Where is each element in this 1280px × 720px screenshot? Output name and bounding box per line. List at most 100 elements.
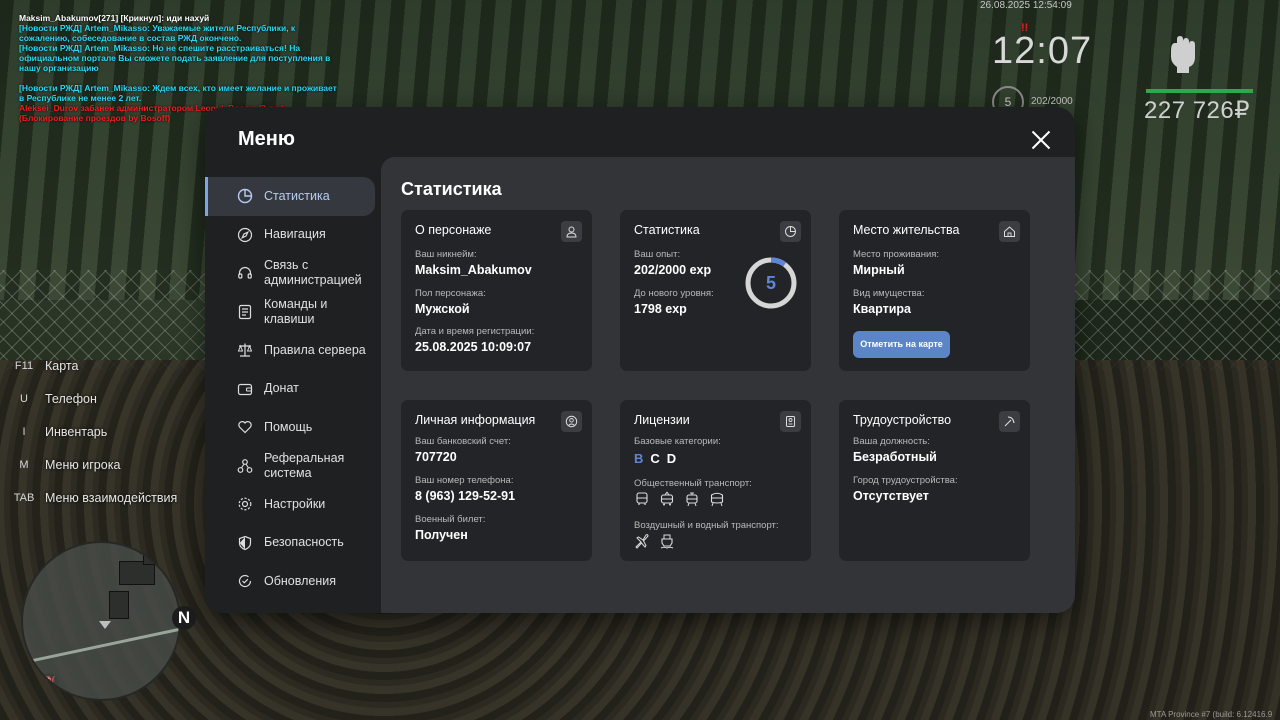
license-category-d: D xyxy=(666,451,684,466)
field-label: До нового уровня: xyxy=(634,288,714,299)
field-gender: Пол персонажа: Мужской xyxy=(415,288,486,316)
heart-hand-icon xyxy=(237,419,253,435)
north-indicator: N xyxy=(172,606,196,630)
field-position: Ваша должность: Безработный xyxy=(853,436,937,464)
sidebar-item-referral[interactable]: Реферальная система xyxy=(205,447,381,486)
hotkey-map[interactable]: F11 Карта xyxy=(12,350,177,383)
content-panel: Статистика О персонаже Ваш никнейм: Maks… xyxy=(381,157,1075,613)
content-title: Статистика xyxy=(401,179,502,199)
hotkey-label: Меню игрока xyxy=(45,457,121,472)
level-number: 5 xyxy=(765,273,776,293)
sidebar-item-rules[interactable]: Правила сервера xyxy=(205,331,381,370)
field-label: Воздушный и водный транспорт: xyxy=(634,520,779,531)
fuel-icon: ⛽ xyxy=(39,673,59,693)
hotkey-key: M xyxy=(19,458,29,471)
field-air-water-transport: Воздушный и водный транспорт: xyxy=(634,520,779,531)
field-value: Мирный xyxy=(853,263,905,277)
user-icon xyxy=(561,221,582,242)
airplane-icon xyxy=(634,533,650,549)
field-residence-place: Место проживания: Мирный xyxy=(853,249,939,277)
chat-line: [Новости РЖД] Artem_Mikasso: Ждем всех, … xyxy=(19,83,337,103)
chat-line: Maksim_Abakumov[271] [Крикнул]: иди наху… xyxy=(19,13,210,23)
hud-date: 26.08.2025 12:54:09 xyxy=(980,0,1072,11)
hotkey-interaction-menu[interactable]: TAB Меню взаимодействия xyxy=(12,481,178,514)
public-transport-icons xyxy=(634,491,725,507)
shield-icon xyxy=(237,535,253,551)
sidebar-item-label: Связь с администрацией xyxy=(264,258,362,288)
menu-window: Меню Статистика Навигация Связь с админи… xyxy=(205,107,1075,613)
field-label: Вид имущества: xyxy=(853,288,925,299)
field-label: Ваш никнейм: xyxy=(415,249,477,260)
hotkey-key: F11 xyxy=(14,360,34,373)
field-label: Ваш банковский счет: xyxy=(415,436,511,447)
radar-minimap: ⛽ xyxy=(21,541,181,701)
tram-icon xyxy=(684,491,700,507)
wallet-icon xyxy=(237,381,253,397)
sidebar-item-label: Навигация xyxy=(264,227,326,242)
sidebar-item-label: Реферальная система xyxy=(264,450,345,480)
sidebar-item-commands[interactable]: Команды и клавиши xyxy=(205,293,381,332)
sidebar-item-updates[interactable]: Обновления xyxy=(205,562,381,601)
compass-icon xyxy=(237,227,253,243)
field-label: Дата и время регистрации: xyxy=(415,326,535,337)
bus-icon xyxy=(634,491,650,507)
close-icon[interactable] xyxy=(1031,130,1051,150)
menu-title: Меню xyxy=(238,128,295,150)
field-property-type: Вид имущества: Квартира xyxy=(853,288,924,316)
hotkey-player-menu[interactable]: M Меню игрока xyxy=(12,448,177,481)
hotkey-key: TAB xyxy=(13,491,35,504)
field-label: Общественный транспорт: xyxy=(634,478,752,489)
sidebar-item-donate[interactable]: Донат xyxy=(205,370,381,409)
sidebar-item-security[interactable]: Безопасность xyxy=(205,524,381,563)
field-value: Мужской xyxy=(415,302,470,316)
card-title: Статистика xyxy=(634,223,700,237)
sidebar-item-label: Команды и клавиши xyxy=(264,296,328,326)
field-military: Военный билет: Получен xyxy=(415,514,485,542)
hotkey-label: Меню взаимодействия xyxy=(45,490,178,505)
field-value: 8 (963) 129-52-91 xyxy=(415,489,516,503)
menu-sidebar: Статистика Навигация Связь с администрац… xyxy=(205,177,381,601)
card-character: О персонаже Ваш никнейм: Maksim_Abakumov… xyxy=(401,210,592,371)
sidebar-item-admin-contact[interactable]: Связь с администрацией xyxy=(205,254,381,293)
field-value: Maksim_Abakumov xyxy=(415,263,532,277)
field-label: Военный билет: xyxy=(415,514,486,525)
license-categories: BCD xyxy=(634,451,683,466)
gear-icon xyxy=(237,496,253,512)
field-value: Отсутствует xyxy=(853,489,929,503)
sidebar-item-label: Настройки xyxy=(264,496,326,511)
hotkey-label: Карта xyxy=(45,359,79,374)
id-card-icon xyxy=(780,411,801,432)
sidebar-item-label: Помощь xyxy=(264,419,313,434)
radar-building xyxy=(143,551,157,565)
hotkey-list: F11 Карта U Телефон I Инвентарь M Меню и… xyxy=(12,350,178,514)
hotkey-inventory[interactable]: I Инвентарь xyxy=(12,416,177,449)
ship-icon xyxy=(659,533,675,549)
card-licenses: Лицензии Базовые категории: BCD Обществе… xyxy=(620,400,811,561)
sidebar-item-label: Донат xyxy=(264,381,299,396)
trolleybus-icon xyxy=(659,491,675,507)
mark-on-map-button[interactable]: Отметить на карте xyxy=(853,331,950,358)
sidebar-item-settings[interactable]: Настройки xyxy=(205,485,381,524)
field-label: Город трудоустройства: xyxy=(853,475,958,486)
card-employment: Трудоустройство Ваша должность: Безработ… xyxy=(839,400,1030,561)
sidebar-item-help[interactable]: Помощь xyxy=(205,408,381,447)
sidebar-item-navigation[interactable]: Навигация xyxy=(205,216,381,255)
field-label: Ваш опыт: xyxy=(634,249,681,260)
field-value: Получен xyxy=(415,528,468,542)
build-info: MTA Province #7 (build: 6.12416.9 xyxy=(1150,710,1273,719)
field-label: Место проживания: xyxy=(853,249,940,260)
health-bar xyxy=(1146,89,1253,93)
hotkey-phone[interactable]: U Телефон xyxy=(12,383,177,416)
chat-line: [Новости РЖД] Artem_Mikasso: Но не спеши… xyxy=(19,43,331,73)
field-value: 1798 exp xyxy=(634,302,687,316)
card-personal-info: Личная информация Ваш банковский счет: 7… xyxy=(401,400,592,561)
air-water-transport-icons xyxy=(634,533,675,549)
hotkey-key: I xyxy=(22,425,26,438)
hud-time: 12:07 xyxy=(992,30,1093,72)
hud-money: 227 726₽ xyxy=(1144,97,1251,124)
sidebar-item-statistics[interactable]: Статистика xyxy=(205,177,375,216)
player-arrow-icon xyxy=(99,621,111,629)
sidebar-item-label: Статистика xyxy=(264,188,330,203)
field-base-categories: Базовые категории: xyxy=(634,436,721,447)
document-icon xyxy=(237,304,253,320)
